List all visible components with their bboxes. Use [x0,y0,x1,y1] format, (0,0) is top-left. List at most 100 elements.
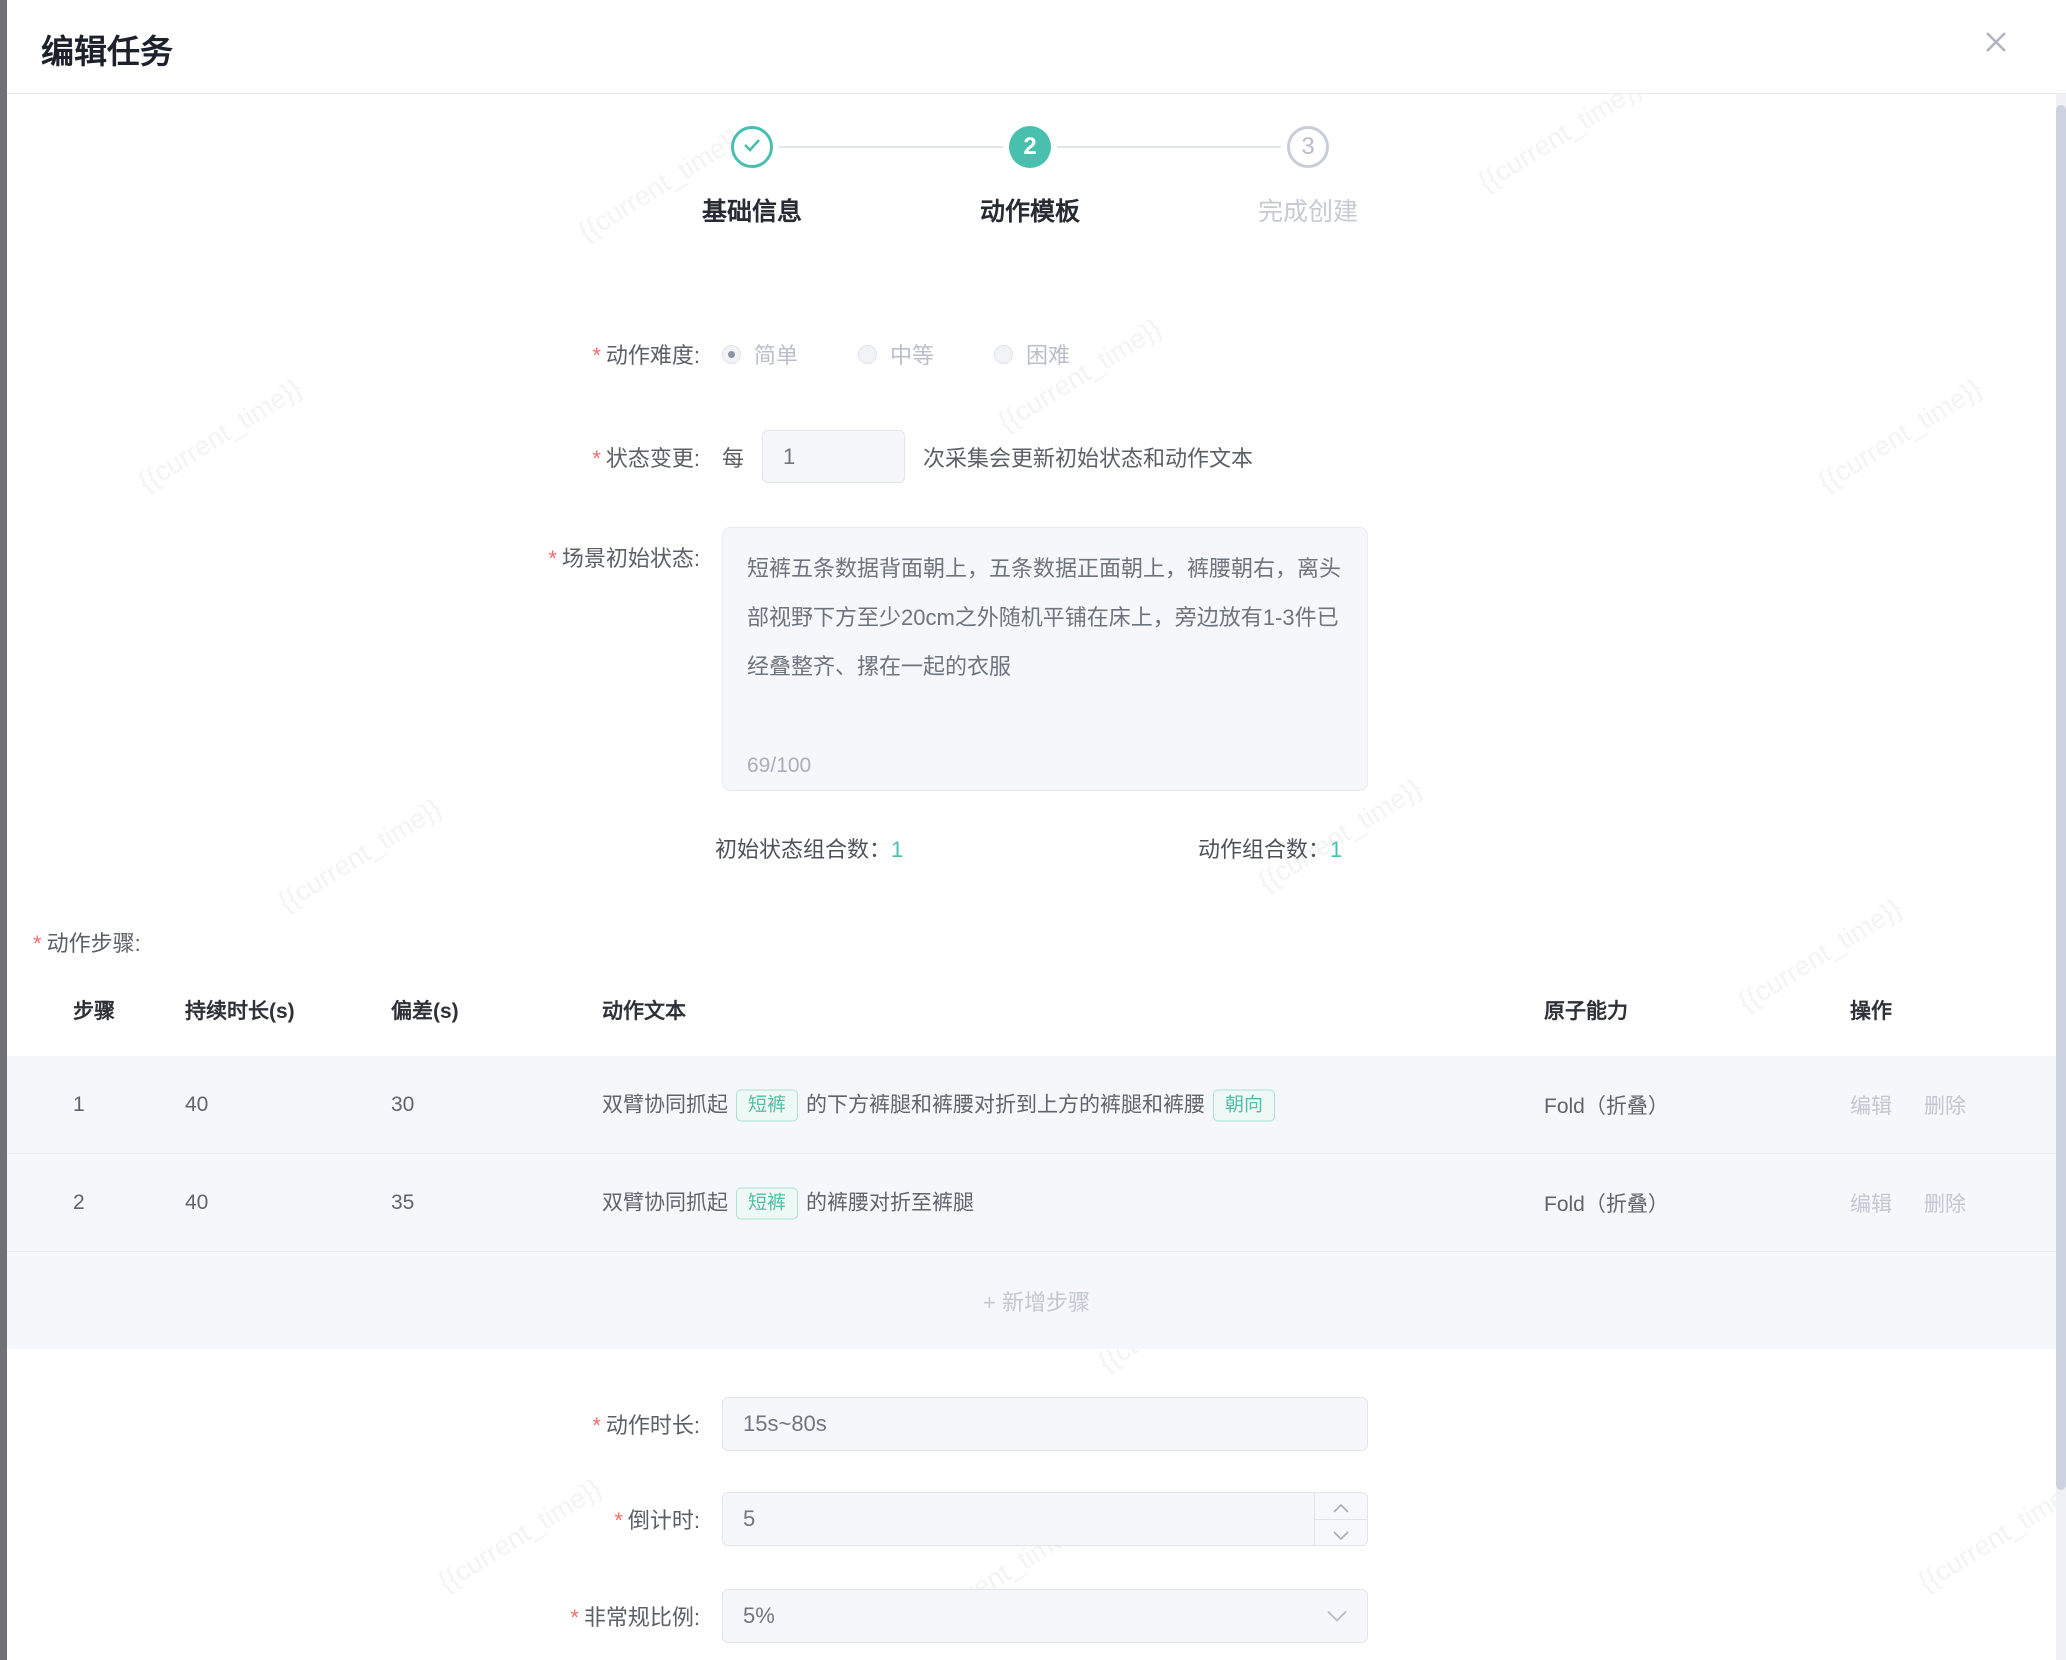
action-text-segment: 的裤腰对折至裤腿 [806,1191,974,1214]
check-icon [739,132,765,163]
state-change-row: *状态变更: 每 1 次采集会更新初始状态和动作文本 [7,430,2066,483]
col-duration: 持续时长(s) [185,995,295,1025]
step-connector-1 [779,146,1003,148]
chevron-down-icon [1333,1520,1349,1545]
cell-step: 2 [73,1191,85,1215]
difficulty-radio[interactable]: 困难 [994,338,1070,370]
state-change-value: 1 [783,444,795,470]
scrollbar-thumb[interactable] [2056,105,2066,1490]
cell-actions: 编辑 删除 [1850,1188,1998,1218]
required-asterisk: * [570,1605,579,1630]
char-counter: 69/100 [747,754,811,778]
col-deviation: 偏差(s) [391,995,459,1025]
chevron-up-icon [1333,1493,1349,1519]
stepper-down-button[interactable] [1315,1520,1367,1545]
cell-duration: 40 [185,1093,208,1117]
step-3-indicator: 3 [1287,126,1329,168]
step-connector-2 [1057,146,1281,148]
stepper-up-button[interactable] [1315,1493,1367,1520]
unusual-ratio-select[interactable]: 5% [722,1589,1368,1643]
step-2-indicator: 2 [1009,126,1051,168]
close-button[interactable] [1976,24,2016,64]
difficulty-radio[interactable]: 简单 [722,338,798,370]
required-asterisk: * [592,343,601,368]
entity-tag: 短裤 [736,1187,798,1219]
action-combo-value: 1 [1330,837,1342,862]
cell-ability: Fold（折叠） [1544,1090,1669,1120]
difficulty-row: *动作难度: 简单 中等 困难 [7,336,2066,372]
steps-table-body: 14030双臂协同抓起短裤的下方裤腿和裤腰对折到上方的裤腿和裤腰朝向Fold（折… [7,1056,2066,1349]
difficulty-options: 简单 中等 困难 [722,338,1130,370]
step-3-number: 3 [1301,133,1314,161]
countdown-input[interactable]: 5 [722,1492,1368,1546]
close-icon [1981,27,2011,62]
step-1-label: 基础信息 [632,192,872,228]
edit-link[interactable]: 编辑 [1850,1193,1892,1216]
initial-state-textarea[interactable]: 短裤五条数据背面朝上，五条数据正面朝上，裤腰朝右，离头部视野下方至少20cm之外… [722,527,1368,791]
cell-deviation: 30 [391,1093,414,1117]
initial-combo-value: 1 [891,837,903,862]
edit-task-dialog: {{current_time}}{{current_time}}{{curren… [7,0,2066,1660]
step-3-label: 完成创建 [1188,192,1428,228]
delete-link[interactable]: 删除 [1924,1193,1966,1216]
required-asterisk: * [592,1413,601,1438]
col-ability: 原子能力 [1544,995,1628,1025]
table-row: 1 40 30 双臂协同抓起短裤的下方裤腿和裤腰对折到上方的裤腿和裤腰朝向 Fold（折… [7,1056,2066,1154]
cell-duration: 40 [185,1191,208,1215]
add-step-row: + 新增步骤 [7,1252,2066,1349]
state-change-label: *状态变更: [7,441,700,473]
initial-state-label: *场景初始状态: [7,527,700,573]
radio-label: 困难 [1026,338,1070,370]
countdown-row: *倒计时: 5 [7,1492,2066,1546]
cell-action-text: 双臂协同抓起短裤的下方裤腿和裤腰对折到上方的裤腿和裤腰朝向 [602,1088,1283,1121]
duration-input[interactable]: 15s~80s [722,1397,1368,1451]
edit-link[interactable]: 编辑 [1850,1095,1892,1118]
table-row: 24035双臂协同抓起短裤的裤腰对折至裤腿Fold（折叠）编辑删除 [7,1154,2066,1252]
state-change-prefix: 每 [722,441,744,473]
cell-deviation: 35 [391,1191,414,1215]
action-text-segment: 的下方裤腿和裤腰对折到上方的裤腿和裤腰 [806,1093,1205,1116]
state-change-suffix: 次采集会更新初始状态和动作文本 [923,441,1253,473]
unusual-ratio-row: *非常规比例: 5% [7,1589,2066,1643]
state-change-input[interactable]: 1 [762,430,905,483]
countdown-label: *倒计时: [7,1503,700,1535]
dialog-header: 编辑任务 [7,0,2066,94]
radio-label: 中等 [890,338,934,370]
initial-state-text: 短裤五条数据背面朝上，五条数据正面朝上，裤腰朝右，离头部视野下方至少20cm之外… [723,528,1367,691]
duration-value: 15s~80s [743,1411,827,1437]
cell-actions: 编辑 删除 [1850,1090,1998,1120]
required-asterisk: * [33,931,42,956]
chevron-down-icon [1327,1611,1347,1622]
action-text-segment: 双臂协同抓起 [602,1191,728,1214]
countdown-value: 5 [743,1506,755,1532]
initial-combo-count: 初始状态组合数：1 [715,832,903,864]
dialog-title: 编辑任务 [41,25,173,73]
col-step: 步骤 [73,995,115,1025]
action-steps-section-label: *动作步骤: [33,926,141,958]
duration-label: *动作时长: [7,1408,700,1440]
radio-selected-icon [722,345,741,364]
duration-row: *动作时长: 15s~80s [7,1397,2066,1451]
col-text: 动作文本 [602,995,686,1025]
radio-icon [994,345,1013,364]
difficulty-radio[interactable]: 中等 [858,338,934,370]
step-2-number: 2 [1023,133,1036,161]
number-stepper [1314,1493,1367,1545]
add-step-button[interactable]: + 新增步骤 [983,1285,1090,1317]
initial-state-row: *场景初始状态: 短裤五条数据背面朝上，五条数据正面朝上，裤腰朝右，离头部视野下… [7,527,2066,791]
step-2-label: 动作模板 [910,192,1150,228]
steps-table-header: 步骤 持续时长(s) 偏差(s) 动作文本 原子能力 操作 [7,995,2066,1039]
required-asterisk: * [592,446,601,471]
cell-step: 1 [73,1093,85,1117]
delete-link[interactable]: 删除 [1924,1095,1966,1118]
col-actions: 操作 [1850,995,1892,1025]
action-combo-count: 动作组合数：1 [1198,832,1342,864]
difficulty-label: *动作难度: [7,338,700,370]
modal-backdrop-edge [0,0,7,1660]
unusual-ratio-label: *非常规比例: [7,1600,700,1632]
step-1-indicator [731,126,773,168]
entity-tag: 短裤 [736,1089,798,1121]
action-text-segment: 双臂协同抓起 [602,1093,728,1116]
entity-tag: 朝向 [1213,1089,1275,1121]
radio-label: 简单 [754,338,798,370]
